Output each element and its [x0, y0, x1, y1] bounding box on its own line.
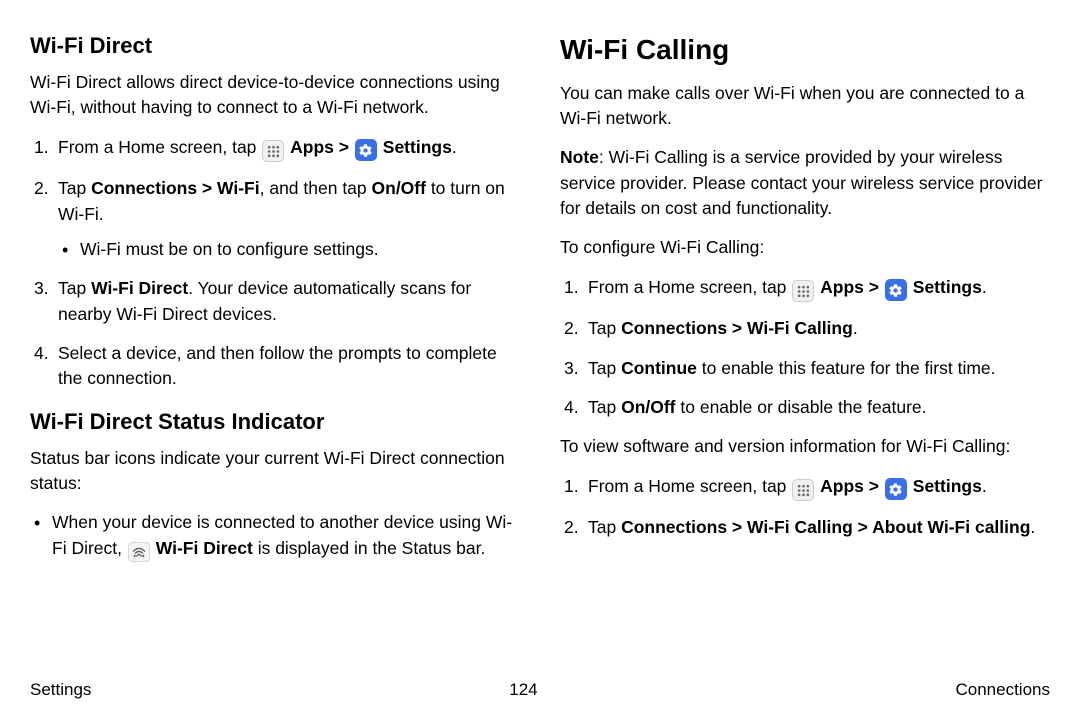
cstep-1: 1. From a Home screen, tap Apps > Settin…: [560, 275, 1050, 303]
calling-note: Note: Wi-Fi Calling is a service provide…: [560, 145, 1050, 221]
t: Connections > Wi-Fi: [91, 178, 260, 198]
cstep-3: 3. Tap Continue to enable this feature f…: [560, 356, 1050, 381]
t: Tap: [588, 318, 621, 338]
t: Settings: [913, 476, 982, 496]
apps-icon: [792, 280, 814, 302]
t: >: [869, 277, 879, 297]
t: On/Off: [621, 397, 675, 417]
sub-bullet: Wi-Fi must be on to configure settings.: [58, 237, 520, 262]
t: Tap: [58, 178, 91, 198]
vstep-1: 1. From a Home screen, tap Apps > Settin…: [560, 474, 1050, 502]
t: Tap: [588, 358, 621, 378]
sub-item: Wi-Fi must be on to configure settings.: [58, 237, 520, 262]
t: Continue: [621, 358, 697, 378]
footer-page-number: 124: [509, 680, 537, 700]
settings-icon: [355, 139, 377, 161]
t: Tap: [588, 397, 621, 417]
calling-intro: You can make calls over Wi-Fi when you a…: [560, 81, 1050, 132]
apps-label: Apps: [290, 137, 334, 157]
t: Select a device, and then follow the pro…: [58, 343, 497, 388]
config-steps: 1. From a Home screen, tap Apps > Settin…: [560, 275, 1050, 421]
t: From a Home screen, tap: [588, 277, 791, 297]
t: Apps: [820, 476, 864, 496]
footer-left: Settings: [30, 680, 91, 700]
t: Apps: [820, 277, 864, 297]
t: On/Off: [372, 178, 426, 198]
settings-label: Settings: [383, 137, 452, 157]
heading-wifi-calling: Wi-Fi Calling: [560, 30, 1050, 71]
config-intro: To configure Wi-Fi Calling:: [560, 235, 1050, 260]
t: Connections > Wi-Fi Calling: [621, 318, 853, 338]
t: is displayed in the Status bar.: [253, 538, 486, 558]
t: to enable this feature for the first tim…: [697, 358, 996, 378]
t: >: [869, 476, 879, 496]
t: Tap: [588, 517, 621, 537]
heading-wifi-direct: Wi-Fi Direct: [30, 30, 520, 62]
wifi-direct-icon: [128, 542, 150, 562]
page-footer: Settings 124 Connections: [30, 680, 1050, 700]
view-intro: To view software and version information…: [560, 434, 1050, 459]
t: , and then tap: [260, 178, 372, 198]
status-intro: Status bar icons indicate your current W…: [30, 446, 520, 497]
note-text: : Wi-Fi Calling is a service provided by…: [560, 147, 1042, 218]
t: Tap: [58, 278, 91, 298]
vstep-2: 2. Tap Connections > Wi-Fi Calling > Abo…: [560, 515, 1050, 540]
status-bullets: When your device is connected to another…: [30, 510, 520, 561]
cstep-4: 4. Tap On/Off to enable or disable the f…: [560, 395, 1050, 420]
view-steps: 1. From a Home screen, tap Apps > Settin…: [560, 474, 1050, 541]
cstep-2: 2. Tap Connections > Wi-Fi Calling.: [560, 316, 1050, 341]
t: Connections > Wi-Fi Calling > About Wi-F…: [621, 517, 1030, 537]
gt: >: [339, 137, 349, 157]
wifi-direct-steps: 1. From a Home screen, tap Apps > Settin…: [30, 135, 520, 392]
footer-right: Connections: [955, 680, 1050, 700]
note-label: Note: [560, 147, 599, 167]
apps-icon: [262, 140, 284, 162]
heading-status-indicator: Wi-Fi Direct Status Indicator: [30, 406, 520, 438]
apps-icon: [792, 479, 814, 501]
t: From a Home screen, tap: [588, 476, 791, 496]
step-4: 4. Select a device, and then follow the …: [30, 341, 520, 392]
t: to enable or disable the feature.: [676, 397, 927, 417]
step-1: 1. From a Home screen, tap Apps > Settin…: [30, 135, 520, 163]
step-text: From a Home screen, tap: [58, 137, 261, 157]
step-2: 2. Tap Connections > Wi-Fi, and then tap…: [30, 176, 520, 262]
left-column: Wi-Fi Direct Wi-Fi Direct allows direct …: [30, 30, 520, 660]
t: Wi-Fi Direct: [156, 538, 253, 558]
settings-icon: [885, 478, 907, 500]
step-3: 3. Tap Wi-Fi Direct. Your device automat…: [30, 276, 520, 327]
t: Wi-Fi Direct: [91, 278, 188, 298]
t: Settings: [913, 277, 982, 297]
right-column: Wi-Fi Calling You can make calls over Wi…: [560, 30, 1050, 660]
settings-icon: [885, 279, 907, 301]
two-column-layout: Wi-Fi Direct Wi-Fi Direct allows direct …: [30, 30, 1050, 660]
wifi-direct-intro: Wi-Fi Direct allows direct device-to-dev…: [30, 70, 520, 121]
status-item: When your device is connected to another…: [30, 510, 520, 561]
